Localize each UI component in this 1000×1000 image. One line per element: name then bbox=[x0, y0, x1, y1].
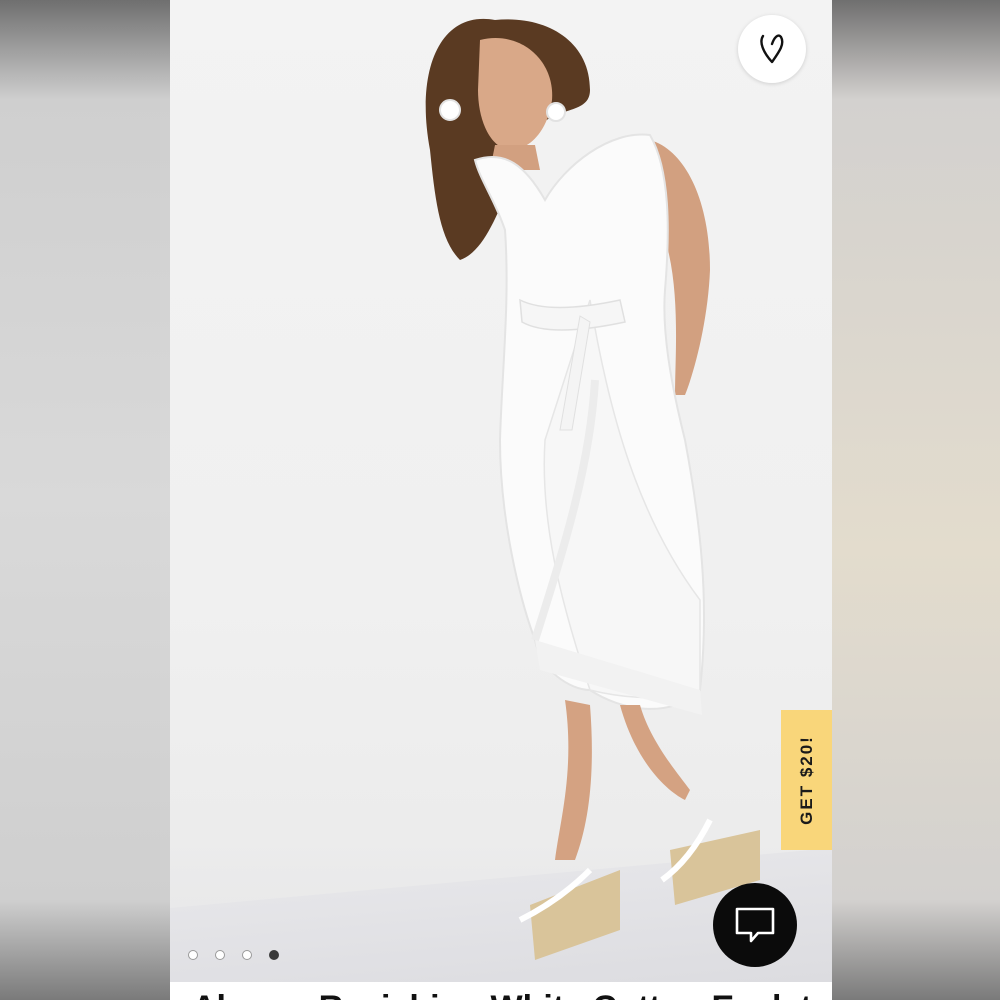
gallery-dot-1[interactable] bbox=[188, 950, 198, 960]
chat-bubble-icon bbox=[735, 907, 775, 943]
gallery-pagination bbox=[188, 950, 279, 960]
backdrop-left bbox=[0, 0, 170, 1000]
chat-button[interactable] bbox=[713, 883, 797, 967]
product-page: GET $20! Always Ravishing White Cotton E… bbox=[170, 0, 832, 1000]
gallery-dot-4[interactable] bbox=[269, 950, 279, 960]
backdrop-right bbox=[832, 0, 1000, 1000]
model-in-white-dress bbox=[425, 18, 760, 960]
product-title: Always Ravishing White Cotton Eyelet bbox=[192, 984, 832, 1000]
product-image[interactable] bbox=[170, 0, 832, 982]
gallery-dot-2[interactable] bbox=[215, 950, 225, 960]
promo-label: GET $20! bbox=[796, 735, 816, 825]
promo-tab[interactable]: GET $20! bbox=[781, 710, 832, 850]
wishlist-button[interactable] bbox=[738, 15, 806, 83]
heart-icon bbox=[760, 34, 784, 64]
gallery-dot-3[interactable] bbox=[242, 950, 252, 960]
